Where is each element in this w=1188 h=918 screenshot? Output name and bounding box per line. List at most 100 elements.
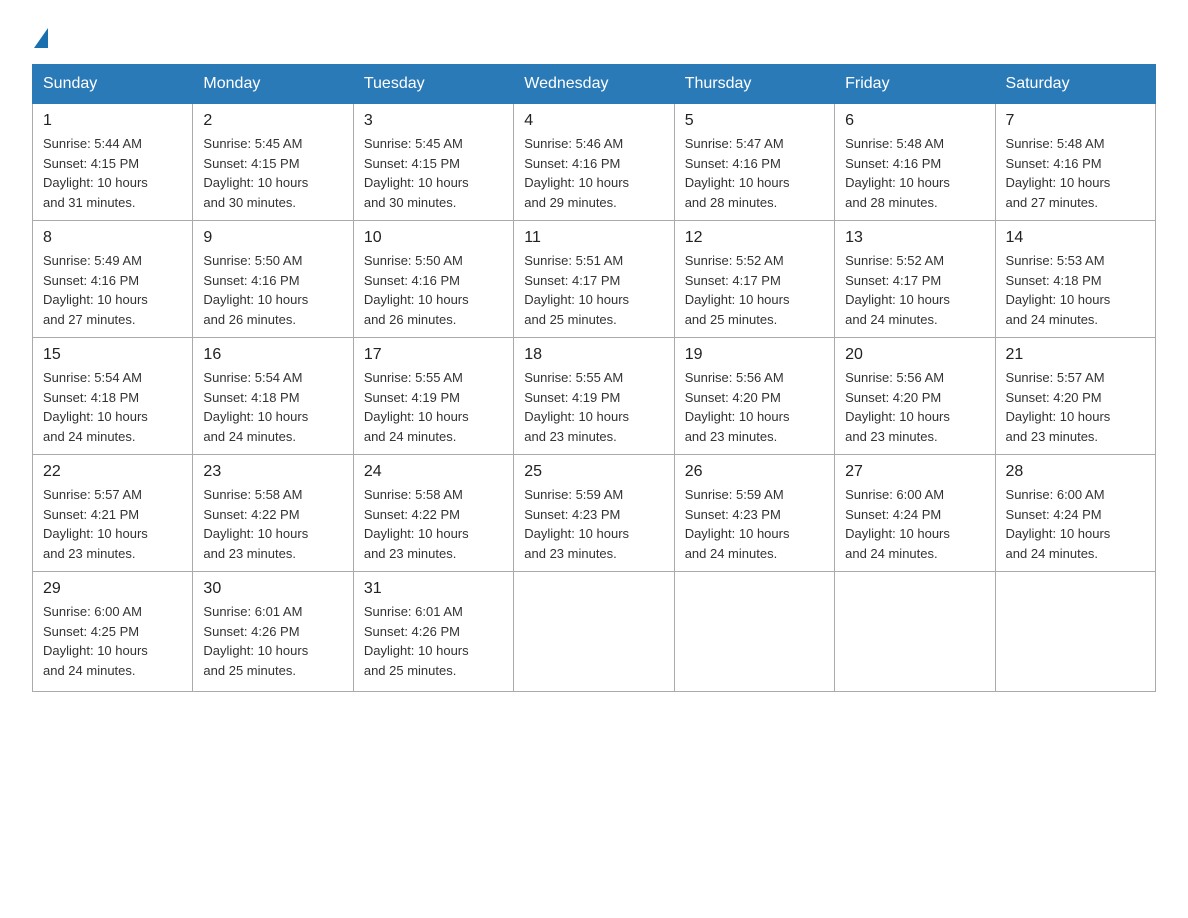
calendar-header: SundayMondayTuesdayWednesdayThursdayFrid… bbox=[33, 65, 1156, 104]
calendar-cell: 14 Sunrise: 5:53 AMSunset: 4:18 PMDaylig… bbox=[995, 221, 1155, 338]
calendar-cell: 10 Sunrise: 5:50 AMSunset: 4:16 PMDaylig… bbox=[353, 221, 513, 338]
week-row: 29 Sunrise: 6:00 AMSunset: 4:25 PMDaylig… bbox=[33, 572, 1156, 692]
day-number: 4 bbox=[524, 112, 663, 130]
calendar-cell bbox=[514, 572, 674, 692]
day-info: Sunrise: 6:00 AMSunset: 4:24 PMDaylight:… bbox=[1006, 487, 1111, 561]
calendar-cell: 22 Sunrise: 5:57 AMSunset: 4:21 PMDaylig… bbox=[33, 455, 193, 572]
week-row: 22 Sunrise: 5:57 AMSunset: 4:21 PMDaylig… bbox=[33, 455, 1156, 572]
header-cell-sunday: Sunday bbox=[33, 65, 193, 104]
header-cell-tuesday: Tuesday bbox=[353, 65, 513, 104]
day-info: Sunrise: 5:54 AMSunset: 4:18 PMDaylight:… bbox=[43, 370, 148, 444]
day-info: Sunrise: 5:59 AMSunset: 4:23 PMDaylight:… bbox=[685, 487, 790, 561]
week-row: 15 Sunrise: 5:54 AMSunset: 4:18 PMDaylig… bbox=[33, 338, 1156, 455]
day-number: 17 bbox=[364, 346, 503, 364]
calendar-cell: 24 Sunrise: 5:58 AMSunset: 4:22 PMDaylig… bbox=[353, 455, 513, 572]
calendar-cell bbox=[835, 572, 995, 692]
day-info: Sunrise: 5:56 AMSunset: 4:20 PMDaylight:… bbox=[685, 370, 790, 444]
calendar-cell: 20 Sunrise: 5:56 AMSunset: 4:20 PMDaylig… bbox=[835, 338, 995, 455]
calendar-cell: 26 Sunrise: 5:59 AMSunset: 4:23 PMDaylig… bbox=[674, 455, 834, 572]
day-info: Sunrise: 5:45 AMSunset: 4:15 PMDaylight:… bbox=[203, 136, 308, 210]
calendar-cell: 15 Sunrise: 5:54 AMSunset: 4:18 PMDaylig… bbox=[33, 338, 193, 455]
page-header bbox=[32, 24, 1156, 44]
day-info: Sunrise: 5:49 AMSunset: 4:16 PMDaylight:… bbox=[43, 253, 148, 327]
day-number: 27 bbox=[845, 463, 984, 481]
day-number: 9 bbox=[203, 229, 342, 247]
day-number: 28 bbox=[1006, 463, 1145, 481]
calendar-cell: 5 Sunrise: 5:47 AMSunset: 4:16 PMDayligh… bbox=[674, 104, 834, 221]
day-number: 12 bbox=[685, 229, 824, 247]
day-number: 23 bbox=[203, 463, 342, 481]
week-row: 8 Sunrise: 5:49 AMSunset: 4:16 PMDayligh… bbox=[33, 221, 1156, 338]
day-info: Sunrise: 5:55 AMSunset: 4:19 PMDaylight:… bbox=[364, 370, 469, 444]
day-number: 10 bbox=[364, 229, 503, 247]
calendar-cell: 19 Sunrise: 5:56 AMSunset: 4:20 PMDaylig… bbox=[674, 338, 834, 455]
day-number: 2 bbox=[203, 112, 342, 130]
day-number: 14 bbox=[1006, 229, 1145, 247]
calendar-cell bbox=[995, 572, 1155, 692]
day-number: 1 bbox=[43, 112, 182, 130]
header-cell-wednesday: Wednesday bbox=[514, 65, 674, 104]
day-number: 26 bbox=[685, 463, 824, 481]
day-info: Sunrise: 5:57 AMSunset: 4:21 PMDaylight:… bbox=[43, 487, 148, 561]
day-info: Sunrise: 6:00 AMSunset: 4:24 PMDaylight:… bbox=[845, 487, 950, 561]
day-number: 21 bbox=[1006, 346, 1145, 364]
day-number: 19 bbox=[685, 346, 824, 364]
week-row: 1 Sunrise: 5:44 AMSunset: 4:15 PMDayligh… bbox=[33, 104, 1156, 221]
day-info: Sunrise: 5:57 AMSunset: 4:20 PMDaylight:… bbox=[1006, 370, 1111, 444]
day-info: Sunrise: 5:55 AMSunset: 4:19 PMDaylight:… bbox=[524, 370, 629, 444]
calendar-cell: 9 Sunrise: 5:50 AMSunset: 4:16 PMDayligh… bbox=[193, 221, 353, 338]
day-info: Sunrise: 5:48 AMSunset: 4:16 PMDaylight:… bbox=[1006, 136, 1111, 210]
day-info: Sunrise: 6:01 AMSunset: 4:26 PMDaylight:… bbox=[364, 604, 469, 678]
calendar-cell: 18 Sunrise: 5:55 AMSunset: 4:19 PMDaylig… bbox=[514, 338, 674, 455]
calendar-cell bbox=[674, 572, 834, 692]
day-info: Sunrise: 5:50 AMSunset: 4:16 PMDaylight:… bbox=[203, 253, 308, 327]
calendar-cell: 17 Sunrise: 5:55 AMSunset: 4:19 PMDaylig… bbox=[353, 338, 513, 455]
calendar-cell: 7 Sunrise: 5:48 AMSunset: 4:16 PMDayligh… bbox=[995, 104, 1155, 221]
calendar-cell: 21 Sunrise: 5:57 AMSunset: 4:20 PMDaylig… bbox=[995, 338, 1155, 455]
calendar-cell: 23 Sunrise: 5:58 AMSunset: 4:22 PMDaylig… bbox=[193, 455, 353, 572]
day-number: 15 bbox=[43, 346, 182, 364]
header-row: SundayMondayTuesdayWednesdayThursdayFrid… bbox=[33, 65, 1156, 104]
calendar-body: 1 Sunrise: 5:44 AMSunset: 4:15 PMDayligh… bbox=[33, 104, 1156, 692]
day-info: Sunrise: 5:53 AMSunset: 4:18 PMDaylight:… bbox=[1006, 253, 1111, 327]
day-info: Sunrise: 5:58 AMSunset: 4:22 PMDaylight:… bbox=[364, 487, 469, 561]
day-info: Sunrise: 5:58 AMSunset: 4:22 PMDaylight:… bbox=[203, 487, 308, 561]
calendar-cell: 8 Sunrise: 5:49 AMSunset: 4:16 PMDayligh… bbox=[33, 221, 193, 338]
day-number: 6 bbox=[845, 112, 984, 130]
day-info: Sunrise: 5:56 AMSunset: 4:20 PMDaylight:… bbox=[845, 370, 950, 444]
calendar-cell: 31 Sunrise: 6:01 AMSunset: 4:26 PMDaylig… bbox=[353, 572, 513, 692]
day-info: Sunrise: 5:59 AMSunset: 4:23 PMDaylight:… bbox=[524, 487, 629, 561]
day-number: 24 bbox=[364, 463, 503, 481]
day-number: 22 bbox=[43, 463, 182, 481]
day-info: Sunrise: 5:48 AMSunset: 4:16 PMDaylight:… bbox=[845, 136, 950, 210]
header-cell-monday: Monday bbox=[193, 65, 353, 104]
calendar-cell: 25 Sunrise: 5:59 AMSunset: 4:23 PMDaylig… bbox=[514, 455, 674, 572]
logo-triangle-icon bbox=[34, 28, 48, 48]
calendar-cell: 1 Sunrise: 5:44 AMSunset: 4:15 PMDayligh… bbox=[33, 104, 193, 221]
day-number: 7 bbox=[1006, 112, 1145, 130]
calendar-cell: 11 Sunrise: 5:51 AMSunset: 4:17 PMDaylig… bbox=[514, 221, 674, 338]
day-info: Sunrise: 5:52 AMSunset: 4:17 PMDaylight:… bbox=[845, 253, 950, 327]
calendar-cell: 3 Sunrise: 5:45 AMSunset: 4:15 PMDayligh… bbox=[353, 104, 513, 221]
calendar-cell: 12 Sunrise: 5:52 AMSunset: 4:17 PMDaylig… bbox=[674, 221, 834, 338]
header-cell-thursday: Thursday bbox=[674, 65, 834, 104]
day-number: 20 bbox=[845, 346, 984, 364]
day-number: 5 bbox=[685, 112, 824, 130]
calendar-cell: 4 Sunrise: 5:46 AMSunset: 4:16 PMDayligh… bbox=[514, 104, 674, 221]
day-info: Sunrise: 6:00 AMSunset: 4:25 PMDaylight:… bbox=[43, 604, 148, 678]
calendar-cell: 29 Sunrise: 6:00 AMSunset: 4:25 PMDaylig… bbox=[33, 572, 193, 692]
day-info: Sunrise: 5:46 AMSunset: 4:16 PMDaylight:… bbox=[524, 136, 629, 210]
calendar-cell: 27 Sunrise: 6:00 AMSunset: 4:24 PMDaylig… bbox=[835, 455, 995, 572]
calendar-cell: 28 Sunrise: 6:00 AMSunset: 4:24 PMDaylig… bbox=[995, 455, 1155, 572]
day-info: Sunrise: 5:51 AMSunset: 4:17 PMDaylight:… bbox=[524, 253, 629, 327]
calendar-cell: 13 Sunrise: 5:52 AMSunset: 4:17 PMDaylig… bbox=[835, 221, 995, 338]
day-info: Sunrise: 5:54 AMSunset: 4:18 PMDaylight:… bbox=[203, 370, 308, 444]
day-info: Sunrise: 5:52 AMSunset: 4:17 PMDaylight:… bbox=[685, 253, 790, 327]
day-number: 8 bbox=[43, 229, 182, 247]
header-cell-saturday: Saturday bbox=[995, 65, 1155, 104]
day-number: 18 bbox=[524, 346, 663, 364]
day-number: 3 bbox=[364, 112, 503, 130]
calendar-cell: 6 Sunrise: 5:48 AMSunset: 4:16 PMDayligh… bbox=[835, 104, 995, 221]
header-cell-friday: Friday bbox=[835, 65, 995, 104]
calendar-cell: 16 Sunrise: 5:54 AMSunset: 4:18 PMDaylig… bbox=[193, 338, 353, 455]
